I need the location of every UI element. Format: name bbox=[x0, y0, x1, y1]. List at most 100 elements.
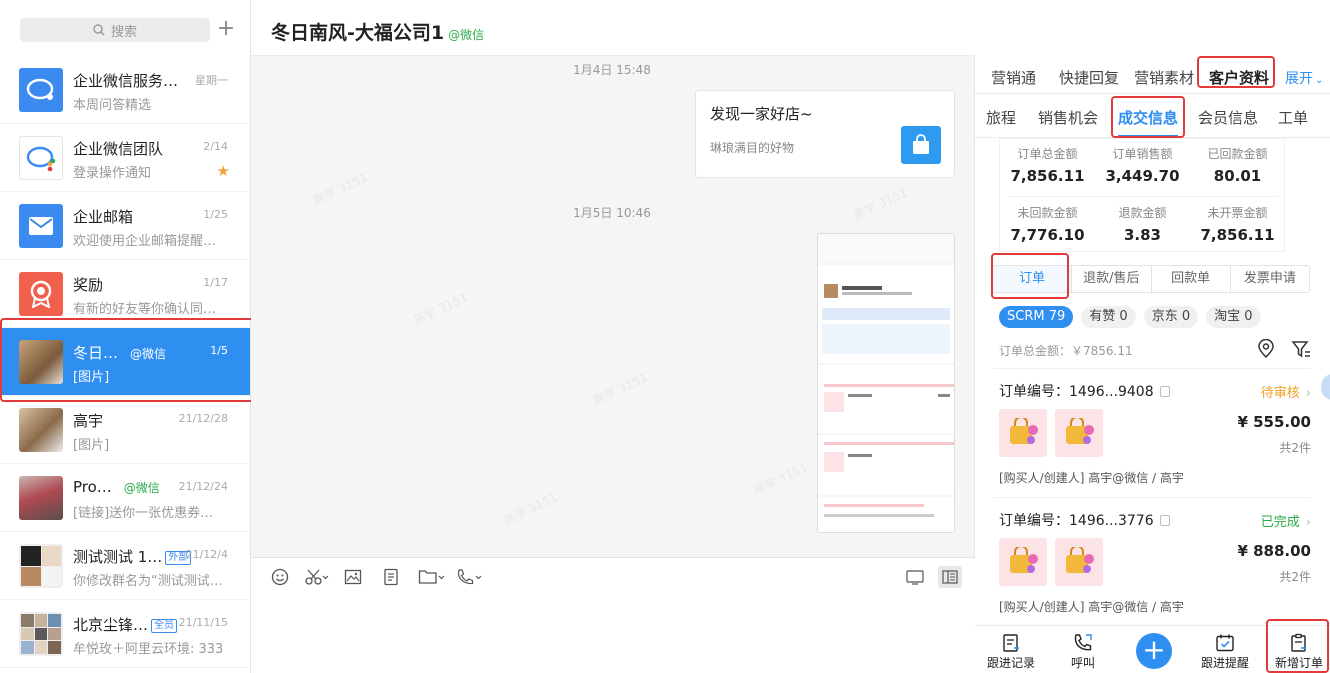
conversation-preview: 有新的好友等你确认同… bbox=[73, 302, 217, 317]
watermark: 高宇 3151 bbox=[590, 370, 650, 408]
chip-youzan[interactable]: 有赞 0 bbox=[1081, 306, 1136, 328]
image-message[interactable] bbox=[817, 233, 955, 533]
product-thumbnail bbox=[1055, 409, 1103, 457]
order-buyer: [购买人/创建人] 高宇@微信 / 高宇 bbox=[999, 600, 1184, 614]
conversation-date: 1/17 bbox=[203, 276, 228, 289]
side-handle[interactable] bbox=[1321, 374, 1330, 400]
tab-marketing-material[interactable]: 营销素材 bbox=[1134, 67, 1194, 88]
stat-received: 已回款金额 80.01 bbox=[1207, 147, 1268, 185]
product-thumbnail bbox=[999, 409, 1047, 457]
order-item-count: 共2件 bbox=[1279, 441, 1311, 455]
conversation-date: 21/12/28 bbox=[178, 412, 228, 425]
conversation-name: 高宇 bbox=[73, 412, 104, 430]
group-avatar bbox=[19, 544, 63, 588]
chip-scrm[interactable]: SCRM 79 bbox=[999, 306, 1074, 328]
conversation-date: 1/25 bbox=[203, 208, 228, 221]
reward-logo bbox=[19, 272, 63, 316]
add-button[interactable]: + bbox=[1136, 633, 1172, 669]
emoji-icon[interactable] bbox=[271, 568, 289, 590]
add-button[interactable]: + bbox=[216, 18, 236, 42]
chat-header: 冬日南风-大福公司1 @微信 bbox=[251, 0, 975, 56]
tab-marketing[interactable]: 营销通 bbox=[991, 67, 1036, 88]
conversation-preview: 你修改群名为“测试测试… bbox=[73, 574, 223, 589]
link-card-message[interactable]: 发现一家好店~ 琳琅满目的好物 bbox=[695, 90, 955, 178]
call-label: 呼叫 bbox=[1070, 656, 1095, 670]
sidebar-toggle-icon[interactable] bbox=[938, 566, 962, 588]
product-thumbnail bbox=[1055, 538, 1103, 586]
document-icon[interactable] bbox=[382, 568, 400, 590]
watermark: 高宇 3151 bbox=[310, 170, 370, 208]
conversation-preview: 欢迎使用企业邮箱提醒… bbox=[73, 234, 217, 249]
subtab-payment[interactable]: 回款单 bbox=[1152, 266, 1231, 292]
copy-icon[interactable] bbox=[1159, 386, 1170, 397]
stat-total-order: 订单总金额 7,856.11 bbox=[1010, 147, 1085, 185]
divider bbox=[993, 368, 1311, 369]
conversation-item[interactable]: 企业微信服务… 星期一 本周问答精选 bbox=[0, 56, 250, 124]
order-status: 待审核 › bbox=[1260, 386, 1311, 401]
tab-member-info[interactable]: 会员信息 bbox=[1198, 107, 1258, 128]
message-timestamp: 1月5日 10:46 bbox=[573, 206, 651, 220]
conversation-item[interactable]: Pro… @微信 21/12/24 [链接]送你一张优惠券，… bbox=[0, 464, 250, 532]
chip-taobao[interactable]: 淘宝 0 bbox=[1206, 306, 1261, 328]
order-number: 订单编号：1496...9408 bbox=[999, 381, 1170, 401]
subtab-refund[interactable]: 退款/售后 bbox=[1072, 266, 1152, 292]
star-icon: ★ bbox=[216, 162, 230, 180]
image-icon[interactable] bbox=[344, 568, 362, 590]
highlight-box-customer-info bbox=[1197, 56, 1275, 88]
stat-order-sales: 订单销售额 3,449.70 bbox=[1105, 147, 1180, 185]
order-item-count: 共2件 bbox=[1279, 570, 1311, 584]
chip-jd[interactable]: 京东 0 bbox=[1143, 306, 1199, 328]
search-input[interactable]: 搜索 bbox=[20, 18, 210, 42]
copy-icon[interactable] bbox=[1159, 515, 1170, 526]
watermark: 高宇 3151 bbox=[850, 185, 910, 223]
conversation-item[interactable]: 企业邮箱 1/25 欢迎使用企业邮箱提醒… bbox=[0, 192, 250, 260]
mail-logo bbox=[19, 204, 63, 248]
order-price: ¥ 555.00 bbox=[1237, 413, 1311, 431]
message-input-area[interactable] bbox=[251, 557, 975, 673]
conversation-item[interactable]: 测试测试 1… 外部 21/12/4 你修改群名为“测试测试… bbox=[0, 532, 250, 600]
watermark: 高宇 3151 bbox=[410, 290, 470, 328]
tab-work-order[interactable]: 工单 bbox=[1278, 107, 1308, 128]
avatar bbox=[19, 408, 63, 452]
tab-quick-reply[interactable]: 快捷回复 bbox=[1059, 67, 1119, 88]
conversation-preview: 牟悦玫＋阿里云环境: 333 bbox=[73, 642, 224, 657]
phone-icon bbox=[1074, 634, 1092, 651]
calendar-check-icon bbox=[1216, 634, 1234, 652]
tab-sales-opportunity[interactable]: 销售机会 bbox=[1038, 107, 1098, 128]
stat-uninvoiced: 未开票金额 7,856.11 bbox=[1200, 206, 1275, 244]
scissors-icon[interactable] bbox=[305, 568, 329, 590]
follow-up-reminder-label: 跟进提醒 bbox=[1200, 656, 1249, 670]
product-thumbnail bbox=[999, 538, 1047, 586]
order-total-line: 订单总金额：￥7856.11 bbox=[999, 344, 1133, 358]
conversation-date: 星期一 bbox=[195, 74, 228, 87]
conversation-name: 企业微信服务… bbox=[73, 72, 179, 90]
all-staff-badge: 全员 bbox=[151, 619, 178, 633]
stat-unreceived: 未回款金额 7,776.10 bbox=[1010, 206, 1085, 244]
tab-journey[interactable]: 旅程 bbox=[986, 107, 1016, 128]
chevron-down-icon: ⌄ bbox=[1315, 75, 1324, 86]
subtab-invoice[interactable]: 发票申请 bbox=[1231, 266, 1309, 292]
follow-up-reminder-button[interactable]: 跟进提醒 bbox=[1195, 632, 1255, 671]
conversation-item[interactable]: 企业微信团队 2/14 登录操作通知 ★ bbox=[0, 124, 250, 192]
source-chips: SCRM 79 有赞 0 京东 0 淘宝 0 bbox=[999, 306, 1261, 328]
order-card[interactable]: 订单编号：1496...3776 已完成 › ¥ 888.00 共2件 [购买人/… bbox=[993, 510, 1311, 620]
card-title: 发现一家好店~ bbox=[710, 105, 813, 123]
chat-area: 冬日南风-大福公司1 @微信 高宇 3151 高宇 3151 高宇 3151 高宇… bbox=[251, 0, 975, 673]
screen-share-icon[interactable] bbox=[905, 568, 925, 590]
folder-icon[interactable] bbox=[418, 568, 446, 590]
conversation-name: 北京尘锋… 全员 bbox=[73, 614, 193, 635]
conversation-date: 21/12/4 bbox=[185, 548, 228, 561]
order-buyer: [购买人/创建人] 高宇@微信 / 高宇 bbox=[999, 471, 1184, 485]
filter-icon[interactable] bbox=[1291, 339, 1311, 359]
wechat-tag: @微信 bbox=[123, 481, 160, 495]
location-icon[interactable] bbox=[1257, 339, 1275, 359]
order-card[interactable]: 订单编号：1496...9408 待审核 › ¥ 555.00 共2件 [购买人/… bbox=[993, 381, 1311, 491]
call-button[interactable]: 呼叫 bbox=[1053, 632, 1113, 671]
follow-up-record-button[interactable]: 跟进记录 bbox=[981, 632, 1041, 671]
phone-icon[interactable] bbox=[456, 568, 484, 590]
conversation-name: 奖励 bbox=[73, 276, 104, 294]
conversation-item[interactable]: 北京尘锋… 全员 21/11/15 牟悦玫＋阿里云环境: 333 bbox=[0, 600, 250, 668]
highlight-box-order-tab bbox=[991, 253, 1069, 299]
conversation-item[interactable]: 高宇 21/12/28 [图片] bbox=[0, 396, 250, 464]
tab-expand[interactable]: 展开 ⌄ bbox=[1285, 68, 1323, 88]
